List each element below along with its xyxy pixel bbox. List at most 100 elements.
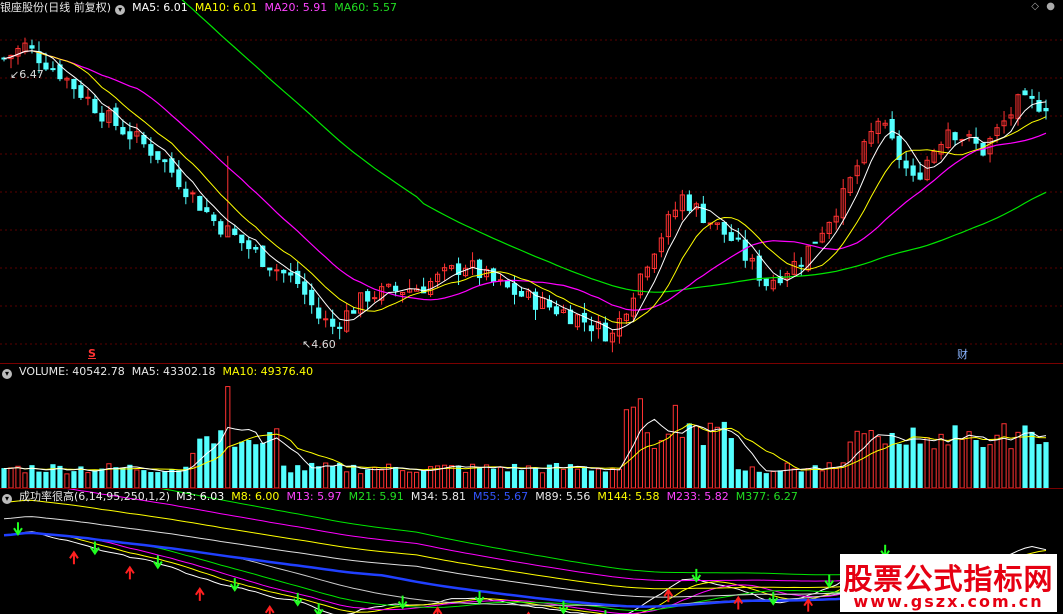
volume-bar [980, 447, 986, 489]
indicator-toggle-icon[interactable]: ▾ [2, 494, 12, 504]
candle-body [763, 278, 769, 287]
candle-body [281, 269, 287, 274]
low-arrow-icon: ↖ [302, 338, 312, 351]
sell-arrow-icon [824, 574, 835, 589]
volume-bar [966, 431, 972, 489]
volume-bar [134, 469, 140, 489]
volume-bar [518, 470, 525, 489]
volume-bar [875, 436, 881, 489]
volume-bar [693, 425, 699, 489]
volume-bar [490, 468, 497, 489]
candle-body [511, 283, 518, 295]
volume-bar [994, 434, 1000, 489]
volume-bar [197, 438, 203, 489]
candle-body [952, 132, 958, 141]
candle-body [700, 203, 706, 224]
candle-body [120, 127, 126, 135]
candle-body [43, 62, 49, 70]
price-header: 银座股份(日线 前复权) ▾ MA5: 6.01 MA10: 6.01 MA20: 5.… [0, 0, 404, 16]
volume-bar [448, 465, 455, 489]
candle-body [393, 285, 399, 292]
candle-body [1043, 107, 1049, 112]
volume-bar [420, 470, 427, 489]
volume-bar [777, 470, 783, 489]
candle-body [78, 85, 84, 98]
volume-bar [29, 465, 35, 489]
volume-toggle-icon[interactable]: ▾ [2, 369, 12, 379]
volume-bar [665, 433, 671, 489]
volume-bar [770, 471, 776, 489]
corner-diamond-icon[interactable]: ◇ [1031, 1, 1039, 12]
candle-body [686, 194, 692, 211]
volume-bar [903, 444, 909, 489]
volume-bar [805, 468, 811, 489]
candle-body [239, 234, 245, 244]
volume-bar [358, 473, 364, 489]
volume-bar [959, 438, 965, 489]
volume-bar [281, 465, 287, 489]
candle-body [302, 281, 308, 295]
indicator-panel[interactable]: ▾ 成功率很高(6,14,95,250,1,2) M3: 6.03 M8: 6.00 M… [0, 488, 1063, 614]
ma10-value: MA10: 6.01 [194, 1, 258, 14]
candle-body [798, 264, 804, 267]
candle-body [267, 267, 273, 271]
volume-bar [92, 469, 98, 489]
candle-body [372, 297, 378, 300]
candle-body [323, 318, 329, 321]
ma60-value: MA60: 5.57 [334, 1, 397, 14]
settings-toggle-icon[interactable]: ▾ [115, 5, 126, 15]
volume-bar [756, 471, 762, 489]
volume-bar [504, 471, 511, 489]
candle-body [218, 221, 224, 235]
corner-dot-icon[interactable]: ● [1046, 1, 1055, 12]
volume-bar [288, 472, 294, 489]
price-panel[interactable]: 银座股份(日线 前复权) ▾ MA5: 6.01 MA10: 6.01 MA20: 5.… [0, 0, 1063, 363]
candle-body [504, 280, 511, 288]
price-chart[interactable] [0, 0, 1063, 363]
volume-bar [141, 470, 147, 489]
cai-marker: 财 [957, 348, 968, 361]
ma60-line [181, 0, 1047, 293]
watermark-url: www.gszx.com.cn [853, 592, 1044, 611]
volume-ma10: MA10: 49376.40 [222, 365, 314, 378]
m233-value: M233: 5.82 [666, 490, 729, 503]
candle-body [1022, 90, 1028, 96]
volume-bar [155, 472, 161, 489]
candle-body [92, 98, 98, 114]
volume-bar [945, 444, 951, 489]
volume-bar [120, 467, 126, 489]
volume-bar [106, 463, 112, 489]
m144-value: M144: 5.58 [597, 490, 660, 503]
volume-bar [462, 471, 469, 489]
volume-bar [476, 467, 483, 489]
volume-bar [57, 465, 63, 489]
volume-value: VOLUME: 40542.78 [19, 365, 125, 378]
volume-bar [344, 471, 350, 489]
volume-bar [784, 462, 790, 489]
volume-bar [532, 467, 539, 489]
volume-bar [735, 469, 741, 489]
volume-panel[interactable]: ▾ VOLUME: 40542.78 MA5: 43302.18 MA10: 4937… [0, 363, 1063, 489]
volume-chart[interactable] [0, 364, 1063, 489]
candle-body [337, 326, 343, 329]
buy-arrow-icon [194, 587, 205, 601]
volume-bar [539, 472, 546, 489]
candle-body [728, 232, 734, 241]
volume-bar [854, 430, 860, 489]
volume-bar [78, 466, 84, 489]
candle-body [553, 306, 560, 315]
volume-bar [190, 452, 196, 489]
volume-bar [211, 443, 217, 489]
volume-bar [337, 462, 343, 489]
volume-bar [1015, 431, 1021, 489]
candle-body [812, 241, 818, 244]
volume-bar [651, 447, 657, 489]
indicator-name: 成功率很高(6,14,95,250,1,2) [19, 490, 171, 503]
volume-bar [316, 466, 322, 489]
volume-bar [225, 386, 231, 489]
s-marker: S [88, 347, 96, 360]
volume-bar [791, 468, 797, 489]
candle-body [99, 112, 105, 122]
volume-bar [938, 433, 944, 489]
volume-bar [15, 465, 21, 489]
